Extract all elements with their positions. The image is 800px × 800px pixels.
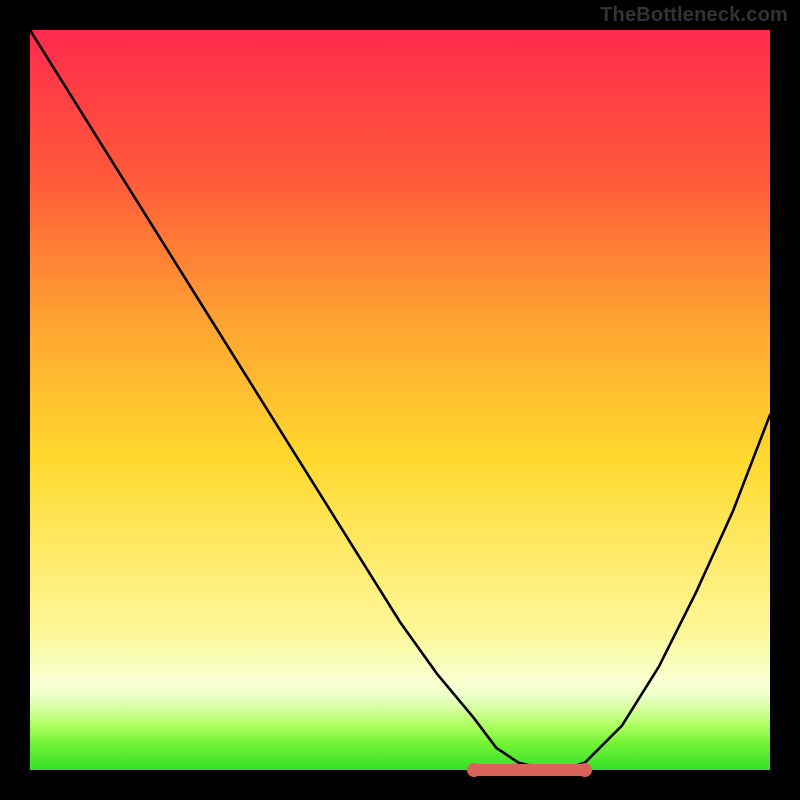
plot-area [30, 30, 770, 770]
chart-frame: TheBottleneck.com [0, 0, 800, 800]
curve-layer [30, 30, 770, 770]
marker-dot-right [578, 763, 592, 777]
bottleneck-curve [30, 30, 770, 770]
marker-dot-left [467, 763, 481, 777]
attribution-text: TheBottleneck.com [600, 4, 788, 27]
